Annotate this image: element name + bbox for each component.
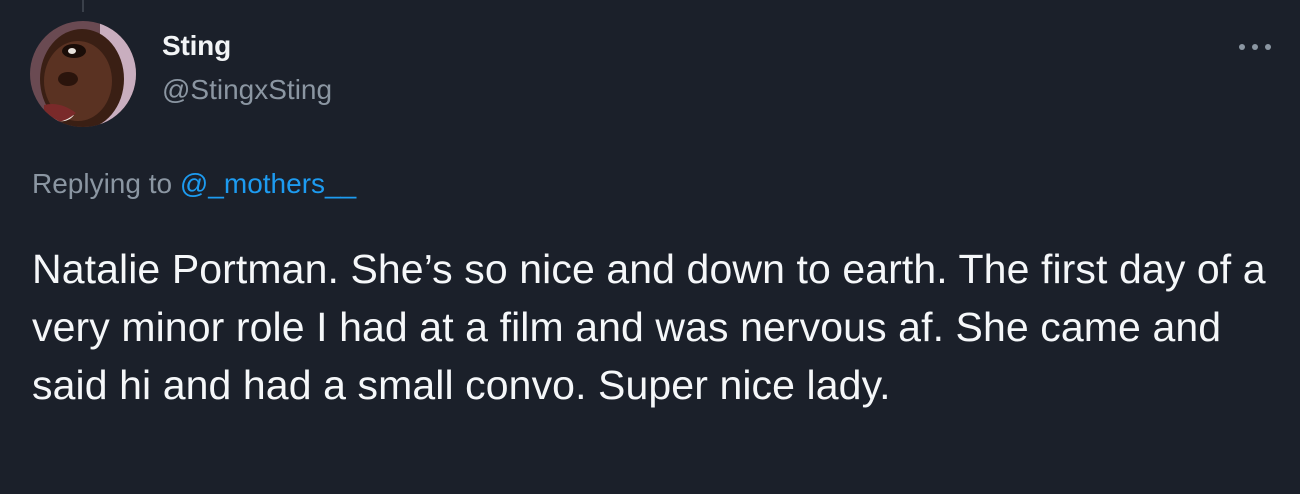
avatar-image (30, 21, 136, 127)
author-display-name[interactable]: Sting (162, 30, 231, 62)
replying-to-mention-link[interactable]: @_mothers__ (180, 168, 356, 199)
author-handle[interactable]: @StingxSting (162, 74, 332, 106)
replying-to-label: Replying to (32, 168, 180, 199)
more-options-button[interactable] (1230, 32, 1280, 62)
more-options-icon (1239, 44, 1271, 50)
thread-connector-line (82, 0, 84, 12)
replying-to-line: Replying to @_mothers__ (32, 168, 356, 200)
avatar[interactable] (30, 21, 136, 127)
tweet-card: Sting @StingxSting Replying to @_mothers… (0, 0, 1300, 494)
tweet-text: Natalie Portman. She’s so nice and down … (32, 246, 1266, 408)
